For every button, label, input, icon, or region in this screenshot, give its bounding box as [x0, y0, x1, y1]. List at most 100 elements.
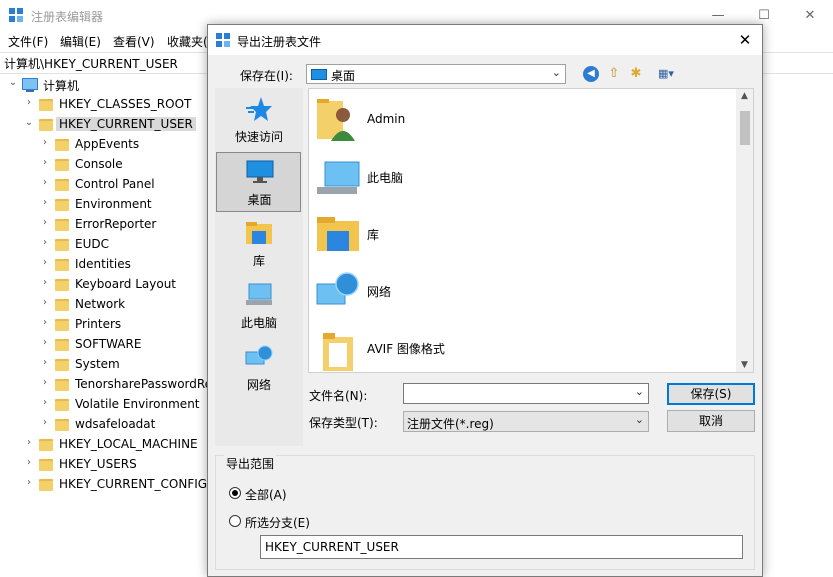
list-item[interactable]: 此电脑: [315, 146, 715, 202]
scroll-down-icon[interactable]: ▼: [736, 360, 753, 370]
window-title: 注册表编辑器: [31, 10, 104, 24]
chevron-right-icon[interactable]: ›: [40, 377, 50, 388]
folder-icon: [55, 199, 69, 211]
expanded-chevron-icon[interactable]: ⌄: [8, 77, 18, 88]
folder-icon: [55, 419, 69, 431]
folder-icon: [55, 239, 69, 251]
place-quick-access[interactable]: 快速访问: [215, 90, 303, 150]
file-name: 库: [367, 228, 380, 242]
cancel-button[interactable]: 取消: [667, 410, 755, 432]
save-button[interactable]: 保存(S): [667, 383, 755, 405]
dialog-title: 导出注册表文件: [237, 35, 322, 49]
export-all-label[interactable]: 全部(A): [245, 486, 287, 503]
chevron-right-icon[interactable]: ›: [40, 257, 50, 268]
save-in-value: 桌面: [331, 69, 356, 83]
chevron-right-icon[interactable]: ›: [40, 417, 50, 428]
file-list-scrollbar[interactable]: ▲ ▼: [736, 89, 753, 372]
folder-icon: [55, 399, 69, 411]
tree-item-label: Keyboard Layout: [75, 277, 177, 291]
expanded-chevron-icon[interactable]: ⌄: [24, 117, 34, 128]
place-this-pc[interactable]: 此电脑: [215, 276, 303, 336]
radio-export-branch[interactable]: [229, 515, 241, 527]
tree-item-label: Volatile Environment: [75, 397, 200, 411]
radio-export-all[interactable]: [229, 487, 241, 499]
folder-icon: [55, 339, 69, 351]
folder-icon: [55, 299, 69, 311]
scroll-thumb[interactable]: [740, 111, 750, 145]
folder-icon: [39, 119, 53, 131]
folder-icon: [39, 479, 53, 491]
registry-tree: ⌄ 计算机 › HKEY_CLASSES_ROOT ⌄ HKEY_CURRENT…: [0, 75, 215, 577]
file-name: AVIF 图像格式: [367, 342, 445, 356]
chevron-down-icon: ⌄: [551, 66, 561, 79]
folder-icon: [55, 159, 69, 171]
chevron-right-icon[interactable]: ›: [40, 217, 50, 228]
chevron-right-icon[interactable]: ›: [40, 337, 50, 348]
address-text: 计算机\HKEY_CURRENT_USER: [4, 57, 178, 71]
filetype-dropdown[interactable]: 注册文件(*.reg) ⌄: [403, 411, 649, 432]
chevron-right-icon[interactable]: ›: [40, 357, 50, 368]
computer-icon: [317, 161, 360, 194]
list-item[interactable]: 网络: [315, 260, 715, 316]
place-desktop[interactable]: 桌面: [216, 152, 301, 212]
regedit-icon: [216, 33, 230, 47]
user-folder-icon: [317, 99, 355, 141]
tree-item-label: Environment: [75, 197, 152, 211]
filetype-label: 保存类型(T):: [309, 416, 378, 430]
library-icon: [246, 222, 272, 244]
filename-field[interactable]: ⌄: [403, 383, 649, 404]
branch-path-value: HKEY_CURRENT_USER: [265, 540, 399, 554]
scroll-up-icon[interactable]: ▲: [736, 91, 753, 101]
chevron-right-icon[interactable]: ›: [40, 397, 50, 408]
up-folder-icon[interactable]: ⇧: [605, 65, 623, 83]
chevron-right-icon[interactable]: ›: [40, 177, 50, 188]
close-button[interactable]: ✕: [787, 0, 833, 31]
tree-item-label: HKEY_CURRENT_CONFIG: [59, 477, 208, 491]
place-label: 桌面: [247, 193, 272, 207]
folder-icon: [39, 439, 53, 451]
chevron-down-icon[interactable]: ⌄: [635, 385, 644, 398]
tree-item-label: System: [75, 357, 120, 371]
filename-label: 文件名(N):: [309, 389, 368, 403]
tree-item-label: HKEY_USERS: [59, 457, 137, 471]
new-folder-icon[interactable]: ✱: [627, 65, 645, 83]
dialog-close-button[interactable]: ✕: [728, 25, 762, 55]
place-library[interactable]: 库: [215, 214, 303, 274]
chevron-right-icon[interactable]: ›: [40, 297, 50, 308]
chevron-right-icon[interactable]: ›: [24, 437, 34, 448]
view-menu-icon[interactable]: ▦▾: [652, 65, 680, 83]
desktop-icon: [246, 160, 274, 183]
chevron-right-icon[interactable]: ›: [40, 197, 50, 208]
place-network[interactable]: 网络: [215, 338, 303, 398]
list-item[interactable]: 库: [315, 203, 715, 259]
chevron-right-icon[interactable]: ›: [24, 457, 34, 468]
back-arrow-icon[interactable]: ◀: [583, 66, 599, 82]
tree-item-label: Identities: [75, 257, 131, 271]
menu-edit[interactable]: 编辑(E): [60, 33, 101, 50]
folder-icon: [55, 279, 69, 291]
export-branch-label[interactable]: 所选分支(E): [245, 514, 310, 531]
chevron-right-icon[interactable]: ›: [40, 237, 50, 248]
folder-icon: [55, 319, 69, 331]
chevron-right-icon[interactable]: ›: [24, 477, 34, 488]
chevron-right-icon[interactable]: ›: [40, 317, 50, 328]
list-item[interactable]: Admin: [315, 89, 715, 145]
menu-view[interactable]: 查看(V): [113, 33, 155, 50]
folder-icon: [39, 99, 53, 111]
menu-file[interactable]: 文件(F): [8, 33, 48, 50]
folder-icon: [55, 179, 69, 191]
branch-path-field[interactable]: HKEY_CURRENT_USER: [260, 535, 743, 559]
chevron-right-icon[interactable]: ›: [40, 137, 50, 148]
tree-item-label: HKEY_CURRENT_USER: [56, 117, 196, 131]
dialog-title-bar: 导出注册表文件 ✕: [208, 25, 762, 55]
menu-favorites[interactable]: 收藏夹(: [167, 33, 208, 50]
tree-item-label: HKEY_LOCAL_MACHINE: [59, 437, 198, 451]
save-in-dropdown[interactable]: 桌面 ⌄: [306, 64, 566, 84]
place-label: 网络: [246, 378, 271, 392]
list-item[interactable]: AVIF 图像格式: [315, 317, 715, 372]
chevron-right-icon[interactable]: ›: [24, 97, 34, 108]
chevron-right-icon[interactable]: ›: [40, 157, 50, 168]
tree-item-label: 计算机: [43, 79, 80, 93]
chevron-right-icon[interactable]: ›: [40, 277, 50, 288]
file-list[interactable]: Admin 此电脑 库 网络 AVIF 图像格式 ▲ ▼: [308, 88, 754, 373]
